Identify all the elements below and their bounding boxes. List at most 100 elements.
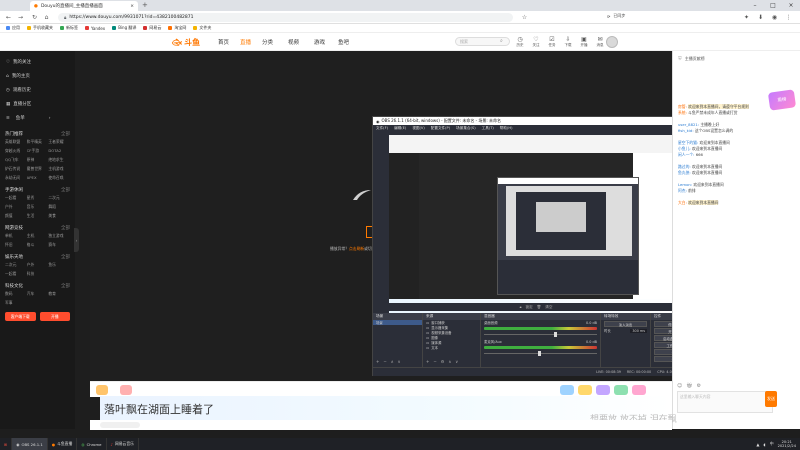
douyu-logo[interactable]: 🐟︎ 斗鱼	[172, 37, 200, 48]
new-tab-button[interactable]: +	[142, 1, 148, 9]
start-button[interactable]: ⊞	[0, 438, 13, 450]
search-icon[interactable]: ⌕	[500, 38, 503, 44]
category-link[interactable]: 独立游戏	[48, 233, 70, 239]
nav-game[interactable]: 游戏	[314, 38, 325, 46]
category-link[interactable]: 汽车	[27, 291, 49, 297]
category-link[interactable]: DOTA2	[48, 148, 70, 154]
category-link[interactable]: 英雄联盟	[5, 139, 27, 145]
gift-item-icon[interactable]	[120, 385, 132, 395]
duration-input[interactable]: 300 ms	[630, 328, 647, 333]
category-link[interactable]: 军事	[5, 300, 27, 306]
sidebar-item-follow[interactable]: ♡ 我的关注	[0, 55, 75, 69]
gift-item-icon[interactable]	[632, 385, 646, 395]
category-link[interactable]: 格斗	[27, 242, 49, 248]
lock-icon[interactable]: 🔒︎	[520, 305, 522, 309]
tab-close-icon[interactable]: ×	[130, 4, 134, 9]
category-link[interactable]: 二次元	[5, 262, 27, 268]
bookmark-item[interactable]: 网易云	[143, 25, 161, 31]
up-icon[interactable]: ∧	[448, 359, 451, 364]
nav-category[interactable]: 分类	[262, 38, 273, 46]
obs-menu-tools[interactable]: 工具(T)	[482, 126, 494, 131]
client-download-button[interactable]: 客户端下载	[5, 312, 36, 321]
sidebar-collapse-icon[interactable]: ‹	[74, 228, 79, 252]
menu-icon[interactable]: ⋮	[784, 13, 793, 22]
follow-button[interactable]: ♡ 关注	[529, 36, 543, 48]
maximize-icon[interactable]: □	[764, 0, 782, 11]
category-link[interactable]: 穿越火线	[5, 148, 27, 154]
task-button[interactable]: ☑ 任务	[545, 36, 559, 48]
category-link[interactable]: CF手游	[27, 148, 49, 154]
section-more[interactable]: 全部	[61, 225, 70, 231]
network-icon[interactable]: ▲	[756, 442, 759, 447]
category-link[interactable]: 怀旧	[5, 242, 27, 248]
send-button[interactable]: 发送	[765, 391, 777, 407]
settings-icon[interactable]: ⚙	[697, 383, 701, 389]
taskbar-app[interactable]: ● 斗鱼直播	[48, 438, 78, 450]
bookmark-item[interactable]: Bing 翻译	[112, 25, 136, 31]
category-link[interactable]: 主机	[27, 233, 49, 239]
category-link[interactable]: 音乐	[27, 204, 49, 210]
start-live-button[interactable]: ▣ 开播	[577, 36, 591, 48]
category-link[interactable]: 美食	[48, 213, 70, 219]
bookmark-item[interactable]: 新标签	[60, 25, 78, 31]
volume-slider[interactable]	[484, 351, 597, 356]
volume-slider[interactable]	[484, 332, 597, 337]
category-link[interactable]: 二次元	[48, 195, 70, 201]
refresh-link[interactable]: 点击刷新	[349, 246, 364, 251]
obs-window[interactable]: ◉ OBS 26.1.1 (64-bit, windows) - 配置文件: 未…	[372, 116, 700, 376]
category-link[interactable]: 生活	[27, 213, 49, 219]
message-button[interactable]: ✉ 消息	[593, 36, 607, 48]
bookmark-item[interactable]: 淘宝网	[168, 25, 186, 31]
emoji-icon[interactable]: ☺	[677, 383, 682, 389]
bookmark-item[interactable]: 文件夹	[193, 25, 211, 31]
forward-icon[interactable]: →	[16, 13, 25, 22]
sidebar-item-fishlist[interactable]: ≡ 鱼单 ›	[0, 111, 75, 125]
category-link[interactable]: 赛车	[48, 242, 70, 248]
taskbar-app[interactable]: ◍ Chrome	[77, 438, 107, 450]
account-sync[interactable]: ⟳ 已同步	[607, 13, 625, 19]
obs-preview[interactable]	[389, 135, 683, 317]
download-icon[interactable]: ⬇	[756, 13, 765, 22]
gift-item-icon[interactable]	[96, 385, 108, 395]
add-icon[interactable]: +	[426, 359, 429, 364]
obs-menu-view[interactable]: 视图(V)	[412, 126, 424, 131]
section-more[interactable]: 全部	[61, 131, 70, 137]
section-more[interactable]: 全部	[61, 283, 70, 289]
history-button[interactable]: ◷ 历史	[513, 36, 527, 48]
category-link[interactable]: 魔兽世界	[27, 166, 49, 172]
gift-item-icon[interactable]	[560, 385, 574, 395]
nav-live[interactable]: 直播	[240, 38, 251, 46]
gear-icon[interactable]: ⚙	[441, 359, 445, 364]
section-more[interactable]: 全部	[61, 187, 70, 193]
category-link[interactable]: QQ飞车	[5, 157, 27, 163]
down-icon[interactable]: ∨	[455, 359, 458, 364]
transition-select[interactable]: 淡入淡出	[604, 321, 647, 327]
category-link[interactable]: 鱼乐	[48, 262, 70, 268]
browser-tab-active[interactable]: ● Douyu的直播间_主播直播画面 ×	[30, 1, 138, 11]
back-icon[interactable]: ←	[4, 13, 13, 22]
profile-icon[interactable]: ◉	[770, 13, 779, 22]
obs-menu-file[interactable]: 文件(F)	[376, 126, 388, 131]
category-link[interactable]: 原神	[27, 157, 49, 163]
address-bar[interactable]: 🔒︎ https://www.douyu.com/9931071?rid=438…	[58, 13, 513, 22]
sidebar-item-history[interactable]: ◷ 观看历史	[0, 83, 75, 97]
bookmark-item[interactable]: Yandex	[85, 26, 105, 31]
gift-item-icon[interactable]	[614, 385, 628, 395]
avatar[interactable]	[606, 36, 618, 48]
extensions-icon[interactable]: ✦	[742, 13, 751, 22]
obs-menu-scene-collection[interactable]: 场景集合(S)	[456, 126, 475, 131]
category-link[interactable]: 炉石传说	[5, 166, 27, 172]
category-link[interactable]: 数码	[5, 291, 27, 297]
clock[interactable]: 20:21 2021/2/24	[778, 440, 796, 449]
remove-icon[interactable]: −	[383, 359, 386, 364]
close-window-icon[interactable]: ×	[782, 0, 800, 11]
obs-menu-edit[interactable]: 编辑(E)	[394, 126, 406, 131]
bookmark-item[interactable]: 应用	[6, 25, 20, 31]
slider-handle[interactable]	[554, 332, 558, 337]
bookmark-item[interactable]: 手机收藏夹	[27, 25, 53, 31]
up-icon[interactable]: ∧	[391, 359, 394, 364]
nav-yuba[interactable]: 鱼吧	[338, 38, 349, 46]
category-link[interactable]: 绝地求生	[48, 157, 70, 163]
slider-handle[interactable]	[538, 351, 542, 356]
download-app-button[interactable]: ⇩ 下载	[561, 36, 575, 48]
